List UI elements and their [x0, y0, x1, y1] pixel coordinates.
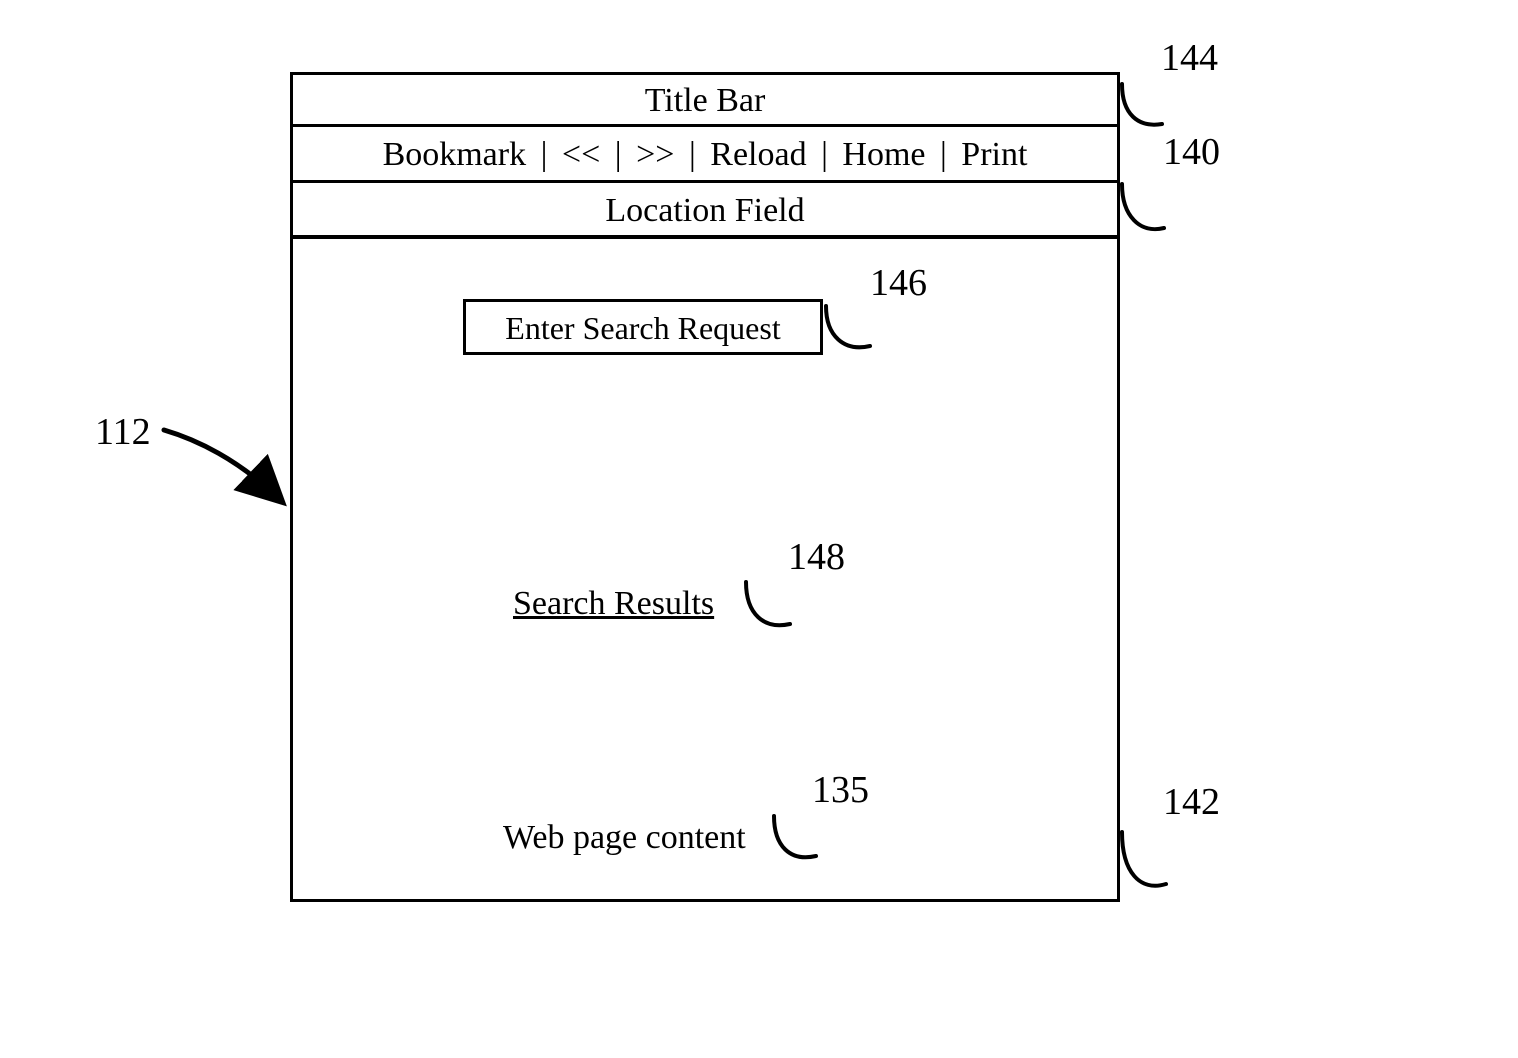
separator: |	[940, 136, 947, 173]
bookmark-button[interactable]: Bookmark	[383, 136, 527, 173]
ref-142: 142	[1163, 780, 1220, 824]
ref-146: 146	[870, 261, 927, 305]
content-area: Enter Search Request Search Results Web …	[293, 239, 1117, 899]
leader-140	[1118, 180, 1168, 240]
search-input[interactable]: Enter Search Request	[463, 299, 823, 355]
separator: |	[821, 136, 828, 173]
leader-135	[770, 812, 820, 868]
ref-144: 144	[1161, 36, 1218, 80]
leader-112	[158, 420, 288, 510]
reload-button[interactable]: Reload	[710, 136, 806, 173]
separator: |	[541, 136, 548, 173]
forward-button[interactable]: >>	[636, 136, 674, 173]
ref-148: 148	[788, 535, 845, 579]
title-bar: Title Bar	[293, 75, 1117, 127]
print-button[interactable]: Print	[961, 136, 1027, 173]
leader-148	[742, 578, 794, 636]
ref-112: 112	[95, 410, 151, 454]
back-button[interactable]: <<	[562, 136, 600, 173]
leader-144	[1118, 80, 1166, 134]
separator: |	[615, 136, 622, 173]
location-field[interactable]: Location Field	[293, 183, 1117, 239]
webpage-content-label: Web page content	[503, 819, 746, 857]
separator: |	[689, 136, 696, 173]
ref-140: 140	[1163, 130, 1220, 174]
leader-146	[822, 302, 874, 358]
leader-142	[1118, 828, 1170, 898]
browser-window: Title Bar Bookmark | << | >> | Reload | …	[290, 72, 1120, 902]
home-button[interactable]: Home	[842, 136, 925, 173]
search-results-heading: Search Results	[513, 585, 714, 623]
ref-135: 135	[812, 768, 869, 812]
diagram-stage: Title Bar Bookmark | << | >> | Reload | …	[0, 0, 1518, 1058]
browser-toolbar: Bookmark | << | >> | Reload | Home | Pri…	[293, 127, 1117, 183]
